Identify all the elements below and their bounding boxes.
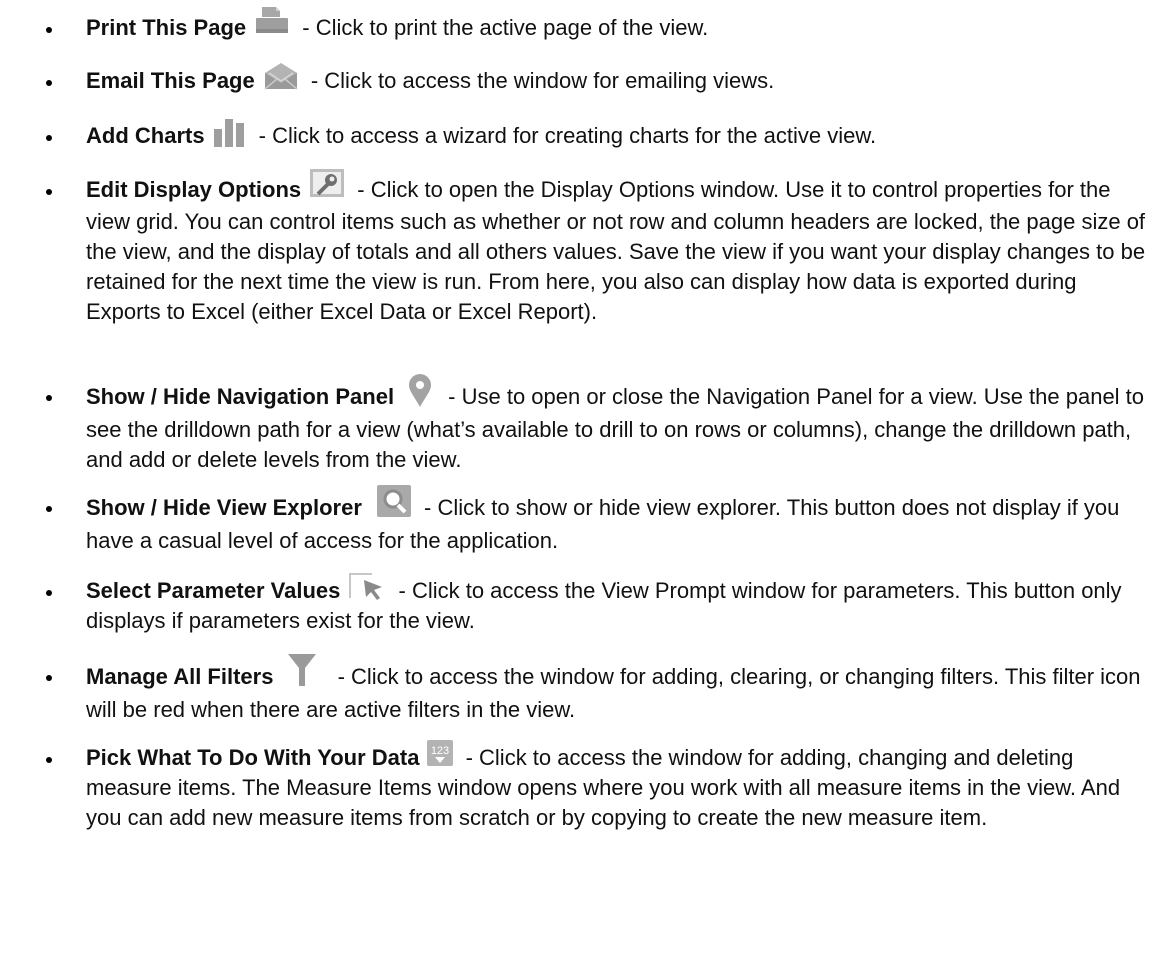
filter-funnel-icon[interactable] [287,653,317,687]
item-text: Show / Hide Navigation Panel - Use to op… [86,374,1156,475]
item-title: Show / Hide View Explorer [86,494,362,520]
item-description: - Click to access the window for emailin… [304,68,775,93]
item-text: Select Parameter Values - Click to acces… [86,573,1156,636]
bullet [46,590,52,596]
item-title: Select Parameter Values [86,578,341,603]
item-title: Email This Page [86,68,255,93]
item-text: Manage All Filters - Click to access the… [86,654,1156,725]
bullet [46,189,52,195]
item-text: Email This Page - Click to access the wi… [86,63,1156,97]
envelope-icon[interactable] [263,61,299,91]
svg-text:123: 123 [431,745,449,757]
cursor-arrow-icon[interactable] [348,572,386,601]
bullet [46,395,52,401]
bullet [46,27,52,33]
item-text: Print This Page - Click to print the act… [86,7,1156,45]
bar-chart-icon[interactable] [213,117,247,148]
item-text: Add Charts - Click to access a wizard fo… [86,119,1156,152]
document-body: Print This Page - Click to print the act… [0,0,1168,969]
bullet [46,506,52,512]
item-text: Edit Display Options - Click to open the… [86,169,1156,327]
display-options-icon[interactable] [309,168,345,200]
item-title: Print This Page [86,15,247,40]
item-text: Pick What To Do With Your Data 123 - Cli… [86,740,1156,833]
item-title: Edit Display Options [86,177,302,202]
item-title: Pick What To Do With Your Data [86,745,420,770]
item-title: Add Charts [86,123,205,148]
measure-123-icon[interactable]: 123 [427,740,454,767]
item-title: Show / Hide Navigation Panel [86,383,395,409]
bullet [46,135,52,141]
item-title: Manage All Filters [86,663,274,689]
map-pin-icon[interactable] [408,374,432,408]
bullet [46,80,52,86]
magnifier-icon[interactable] [376,484,412,518]
printer-icon[interactable] [254,5,290,37]
item-text: Show / Hide View Explorer - Click to sho… [86,485,1156,556]
item-description: - Click to print the active page of the … [296,15,709,40]
bullet [46,757,52,763]
item-description: - Click to access a wizard for creating … [252,123,877,148]
bullet [46,675,52,681]
